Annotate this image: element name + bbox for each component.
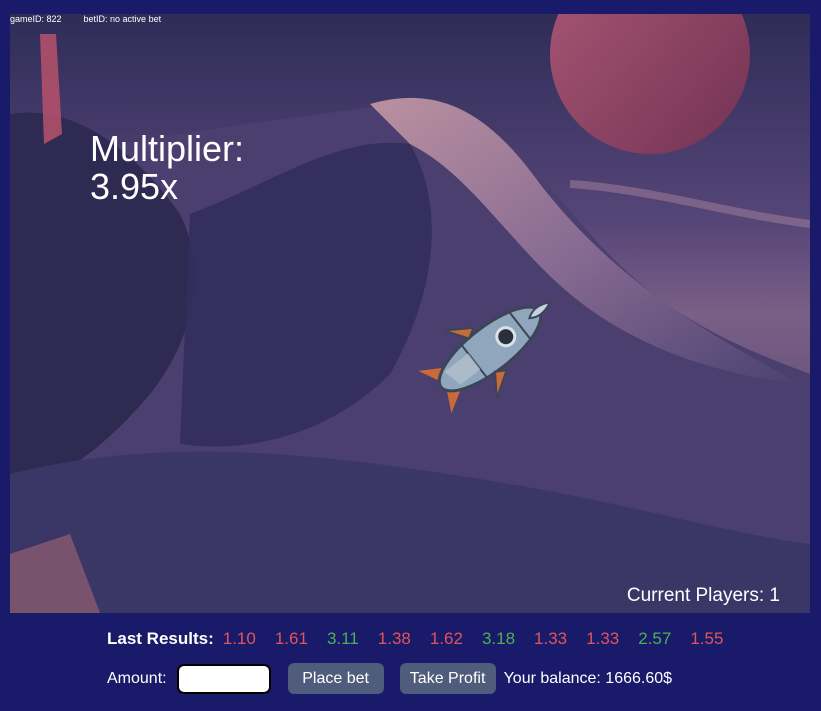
multiplier-value: 3.95x — [90, 166, 179, 207]
result-value: 1.33 — [586, 629, 620, 648]
bet-controls: Amount: Place bet Take Profit Your balan… — [107, 663, 672, 694]
last-results-label: Last Results: — [107, 629, 214, 648]
result-value: 1.10 — [222, 629, 256, 648]
game-id-label: gameID: 822 — [10, 14, 62, 24]
rocket-icon — [418, 300, 552, 414]
result-value: 1.33 — [534, 629, 568, 648]
current-players-count: Current Players: 1 — [626, 585, 780, 606]
result-value: 1.62 — [429, 629, 463, 648]
multiplier-display: Multiplier: 3.95x — [90, 130, 244, 206]
multiplier-label: Multiplier: — [90, 128, 245, 169]
result-value: 1.55 — [690, 629, 724, 648]
game-canvas: gameID: 822 betID: no active bet Multipl… — [10, 14, 810, 613]
amount-label: Amount: — [107, 669, 167, 687]
amount-input[interactable] — [176, 663, 271, 694]
last-results-bar: Last Results: 1.10 1.61 3.11 1.38 1.62 3… — [107, 629, 742, 649]
result-value: 3.18 — [481, 629, 516, 648]
place-bet-button[interactable]: Place bet — [287, 663, 384, 694]
balance-display: Your balance: 1666.60$ — [503, 669, 673, 687]
bet-id-label: betID: no active bet — [83, 14, 162, 24]
result-value: 1.38 — [377, 629, 411, 648]
result-value: 1.61 — [274, 629, 308, 648]
result-value: 2.57 — [638, 629, 672, 648]
take-profit-button[interactable]: Take Profit — [399, 663, 496, 694]
result-value: 3.11 — [326, 629, 359, 648]
